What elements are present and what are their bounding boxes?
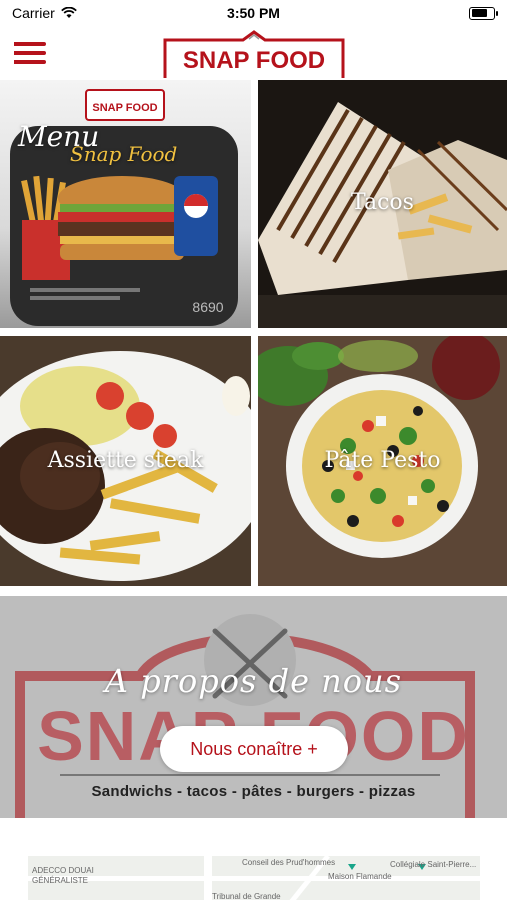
menu-line bbox=[14, 60, 46, 64]
tile-menu-subtitle: Snap Food bbox=[70, 142, 178, 166]
category-grid: SNAP FOOD 8690 Menu Snap Food Tacos Assi… bbox=[0, 80, 507, 586]
map-label: Maison Flamande bbox=[328, 872, 392, 881]
map-label: GÉNÉRALISTE bbox=[32, 876, 89, 885]
menu-poster-price: 8690 bbox=[192, 299, 223, 315]
tile-pesto[interactable]: Pâte Pesto bbox=[258, 336, 507, 586]
status-bar: Carrier 3:50 PM bbox=[0, 0, 507, 26]
about-tagline: Sandwichs - tacos - pâtes - burgers - pi… bbox=[91, 783, 416, 800]
menu-line bbox=[14, 42, 46, 46]
menu-poster-logo-text: SNAP FOOD bbox=[92, 102, 157, 114]
tile-steak[interactable]: Assiette steak bbox=[0, 336, 251, 586]
menu-poster-image: SNAP FOOD 8690 bbox=[10, 89, 238, 326]
app-header: SNAP FOOD bbox=[0, 26, 507, 78]
menu-line bbox=[14, 51, 46, 55]
tile-steak-label: Assiette steak bbox=[47, 448, 204, 473]
header-logo-text: SNAP FOOD bbox=[183, 47, 325, 74]
about-title: A propos de nous bbox=[104, 662, 403, 700]
about-banner: SNAP FOOD A propos de nous Nous conaître… bbox=[0, 596, 507, 818]
tile-tacos-label: Tacos bbox=[351, 190, 414, 215]
battery-fill bbox=[471, 9, 488, 17]
carrier-label: Carrier bbox=[12, 5, 55, 21]
map-view[interactable]: ADECCO DOUAI GÉNÉRALISTE Tribunal de Gra… bbox=[28, 856, 480, 900]
battery-icon bbox=[469, 6, 498, 20]
about-us-button[interactable]: Nous conaître + bbox=[160, 726, 348, 772]
tile-tacos[interactable]: Tacos bbox=[258, 80, 507, 328]
map-label: Conseil des Prud'hommes bbox=[242, 858, 336, 867]
wifi-icon bbox=[60, 7, 77, 18]
location-map[interactable]: ADECCO DOUAI GÉNÉRALISTE Tribunal de Gra… bbox=[0, 826, 507, 900]
tile-menu[interactable]: SNAP FOOD 8690 Menu Snap Food bbox=[0, 80, 251, 328]
tile-pesto-label: Pâte Pesto bbox=[324, 448, 441, 473]
map-label: ADECCO DOUAI bbox=[32, 866, 94, 875]
header-logo[interactable]: SNAP FOOD bbox=[163, 30, 345, 78]
map-label: Collégiale Saint-Pierre... bbox=[390, 860, 477, 869]
hamburger-menu-icon[interactable] bbox=[14, 40, 48, 66]
map-label: Tribunal de Grande bbox=[212, 892, 281, 900]
status-left: Carrier bbox=[12, 5, 77, 21]
